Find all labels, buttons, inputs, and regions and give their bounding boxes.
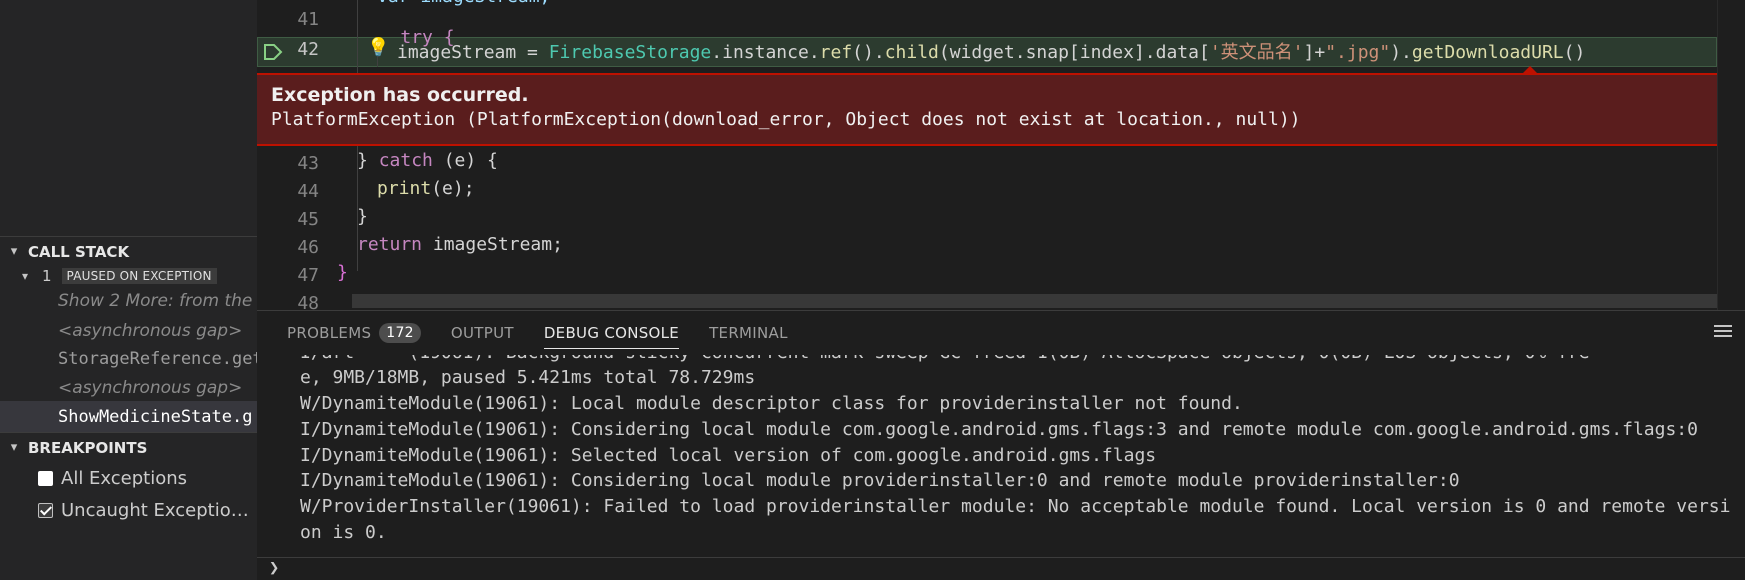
checkbox[interactable] <box>38 503 53 518</box>
code-token: imageStream = <box>397 42 549 63</box>
call-stack-frame-selected[interactable]: ShowMedicineState.g <box>0 401 257 433</box>
console-line: e, 9MB/18MB, paused 5.421ms total 78.729… <box>300 367 756 388</box>
breakpoints-header[interactable]: ▾ BREAKPOINTS <box>0 432 257 462</box>
code-token: child <box>884 42 939 63</box>
problems-count-badge: 172 <box>379 323 421 343</box>
console-line: I/DynamiteModule(19061): Considering loc… <box>300 470 1460 491</box>
filter-lines-icon[interactable] <box>1713 323 1733 341</box>
tab-problems[interactable]: PROBLEMS 172 <box>287 311 421 355</box>
tab-output[interactable]: OUTPUT <box>451 311 514 355</box>
code-line: } <box>357 206 368 234</box>
frame-label: ShowMedicineState.g <box>58 407 253 427</box>
code-token: catch <box>378 150 433 171</box>
line-number: 43 <box>297 153 319 174</box>
panel-tabs: PROBLEMS 172 OUTPUT DEBUG CONSOLE TERMIN… <box>257 311 788 355</box>
line-number: 47 <box>297 265 319 286</box>
paused-badge: PAUSED ON EXCEPTION <box>61 268 217 284</box>
stopped-frame-marker-icon <box>264 44 283 60</box>
line-number: 41 <box>297 9 319 30</box>
line-number: 48 <box>297 293 319 310</box>
tab-label: OUTPUT <box>450 324 514 342</box>
call-stack-header[interactable]: ▾ CALL STACK <box>0 236 257 266</box>
exception-message: PlatformException (PlatformException(dow… <box>271 109 1301 130</box>
code-token: ]+ <box>1303 42 1326 63</box>
tab-label: DEBUG CONSOLE <box>543 324 680 342</box>
code-token: '英文品名' <box>1209 42 1304 63</box>
frame-label: <asynchronous gap> <box>58 321 243 341</box>
call-stack-frame[interactable]: StorageReference.get <box>0 343 257 375</box>
line-number: 44 <box>297 181 319 202</box>
code-token: () <box>1563 42 1586 63</box>
horizontal-scrollbar[interactable] <box>352 294 1727 308</box>
tab-terminal[interactable]: TERMINAL <box>709 311 788 355</box>
breakpoint-uncaught-exceptions[interactable]: Uncaught Exceptio… <box>0 494 257 527</box>
checkbox[interactable] <box>38 471 53 486</box>
console-line: I/art (19061): Background sticky concurr… <box>300 355 1590 365</box>
code-token: (). <box>852 42 885 63</box>
code-line: return imageStream; <box>357 234 563 262</box>
code-token: imageStream; <box>422 234 563 255</box>
code-line: } catch (e) { <box>357 150 498 178</box>
breakpoints-title: BREAKPOINTS <box>28 438 148 457</box>
thread-name: 1 <box>42 267 52 285</box>
code-token: return <box>357 234 423 255</box>
code-line: print(e); <box>377 178 475 206</box>
breakpoint-all-exceptions[interactable]: All Exceptions <box>0 462 257 495</box>
code-token: (e); <box>431 178 475 199</box>
exception-widget: Exception has occurred. PlatformExceptio… <box>257 73 1745 146</box>
minimap[interactable] <box>1717 0 1745 310</box>
code-token: getDownloadURL <box>1411 42 1564 63</box>
console-line: I/DynamiteModule(19061): Selected local … <box>300 445 1157 466</box>
code-line: try { <box>357 6 454 48</box>
tab-debug-console[interactable]: DEBUG CONSOLE <box>543 311 680 355</box>
chevron-down-icon: ▾ <box>10 244 18 259</box>
bottom-panel: PROBLEMS 172 OUTPUT DEBUG CONSOLE TERMIN… <box>257 310 1745 580</box>
code-token: } <box>357 150 379 171</box>
code-token: ref <box>819 42 853 63</box>
code-token: } <box>337 262 348 283</box>
console-line: W/DynamiteModule(19061): Local module de… <box>300 393 1243 414</box>
console-line: W/ProviderInstaller(19061): Failed to lo… <box>300 496 1731 517</box>
frame-label: StorageReference.get <box>58 349 257 369</box>
debug-console-output: I/art (19061): Background sticky concurr… <box>257 355 1745 555</box>
debug-console-input[interactable]: ❯ <box>257 557 1745 580</box>
code-line: } <box>337 262 348 290</box>
tab-label: PROBLEMS <box>287 324 372 342</box>
code-token: } <box>357 206 368 227</box>
code-token: .instance. <box>711 42 820 63</box>
code-token: ). <box>1390 42 1412 63</box>
call-stack-title: CALL STACK <box>28 242 130 261</box>
code-token: (widget.snap[index].data[ <box>938 42 1210 63</box>
code-token: FirebaseStorage <box>548 42 712 63</box>
frame-label: <asynchronous gap> <box>58 378 243 398</box>
chevron-down-icon: ▾ <box>22 269 29 283</box>
chevron-down-icon: ▾ <box>10 440 18 455</box>
line-number: 46 <box>297 237 319 258</box>
exception-title: Exception has occurred. <box>271 84 529 106</box>
code-token: (e) { <box>432 150 498 171</box>
code-token: print <box>377 178 432 199</box>
line-number: 45 <box>297 209 319 230</box>
console-line: I/DynamiteModule(19061): Considering loc… <box>300 419 1698 440</box>
frame-label: Show 2 More: from the p <box>58 291 257 311</box>
code-editor[interactable]: 41 42 43 44 45 46 47 48 💡 var imageStrea… <box>257 0 1745 310</box>
call-stack-frame[interactable]: <asynchronous gap> <box>0 372 257 404</box>
code-line-current: imageStream = FirebaseStorage.instance.r… <box>397 38 1585 66</box>
console-line: on is 0. <box>300 522 387 543</box>
breakpoint-label: Uncaught Exceptio… <box>61 500 249 521</box>
tab-label: TERMINAL <box>709 324 788 342</box>
call-stack-frame[interactable]: Show 2 More: from the p <box>0 285 257 317</box>
breakpoint-label: All Exceptions <box>61 468 187 489</box>
code-token: ".jpg" <box>1325 42 1391 63</box>
prompt-chevron-icon: ❯ <box>269 558 280 578</box>
sidebar: ▾ CALL STACK ▾ 1 PAUSED ON EXCEPTION Sho… <box>0 0 257 580</box>
